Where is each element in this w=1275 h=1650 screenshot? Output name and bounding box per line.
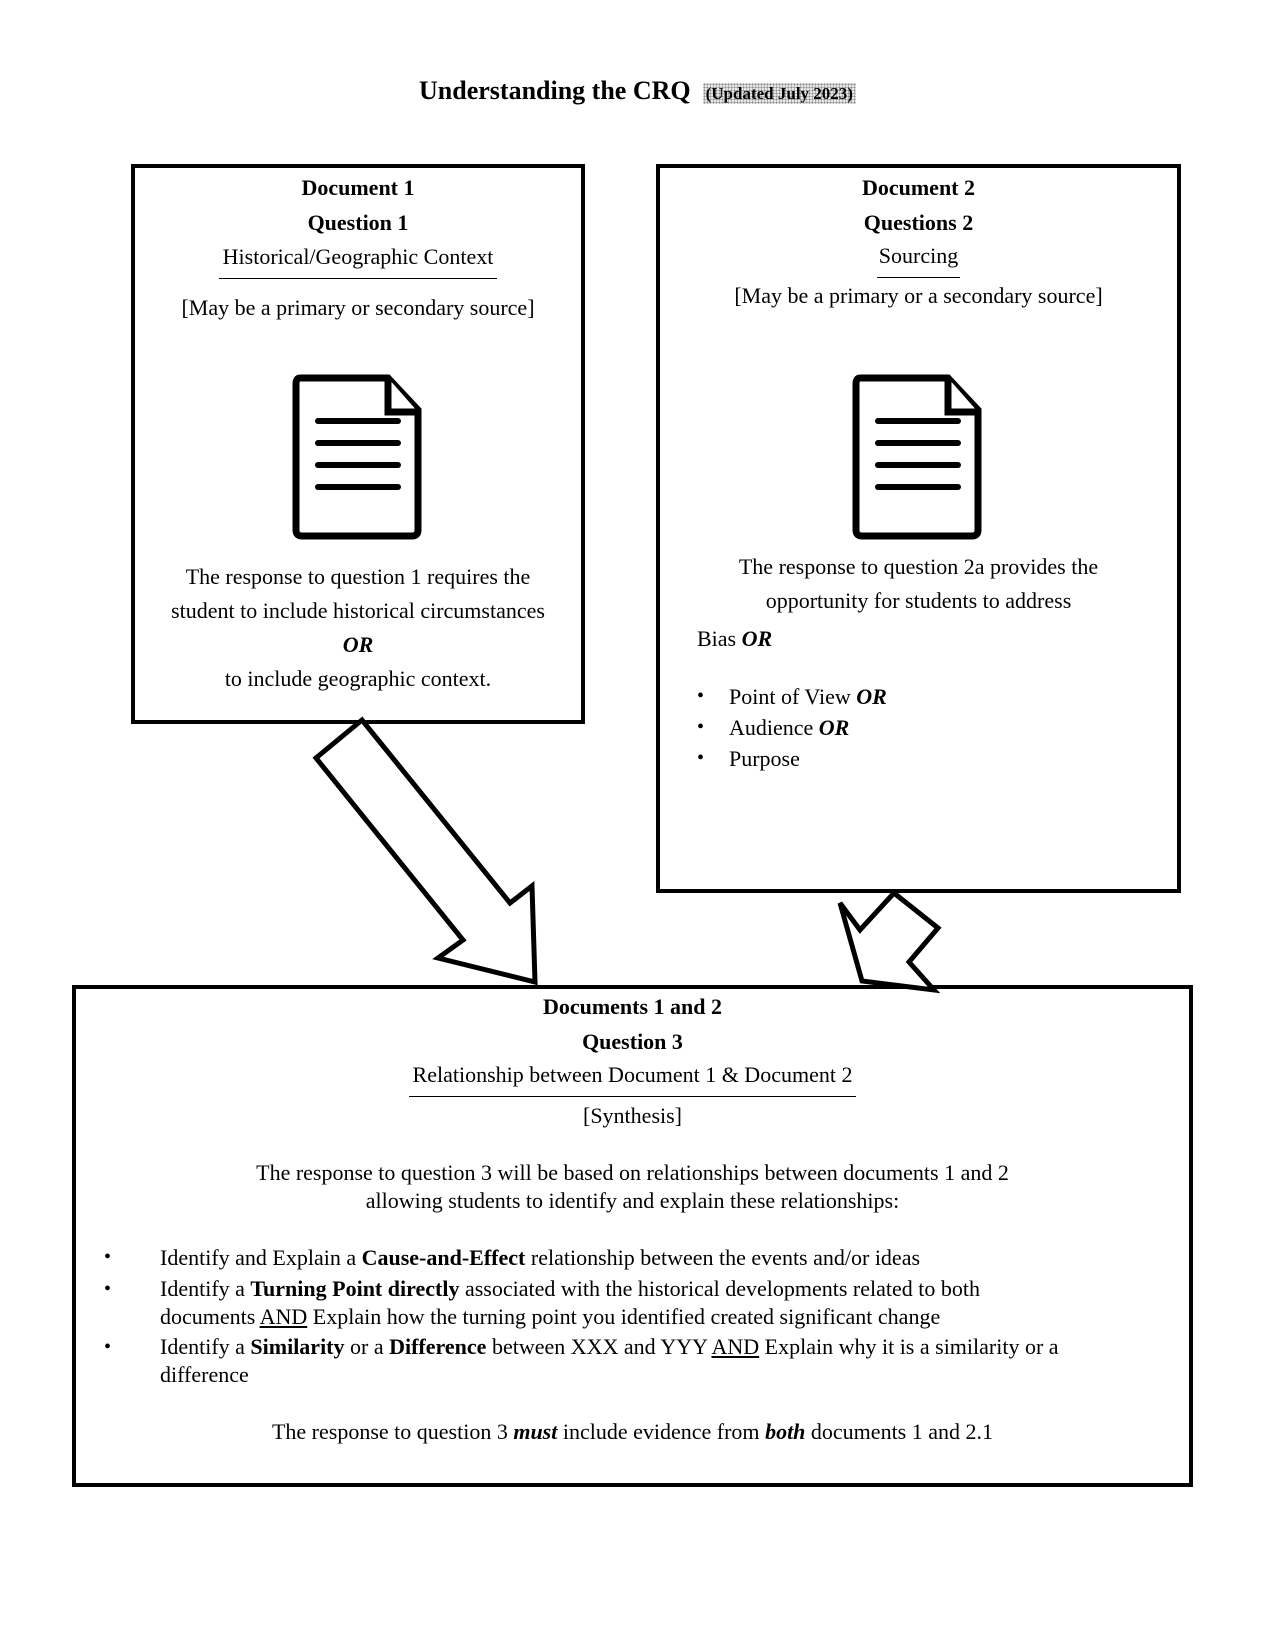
footer-text: documents 1 and 2.1 [805,1419,994,1444]
document-1-body-line3: to include geographic context. [224,666,492,691]
document-2-source-note: [May be a primary or a secondary source] [734,283,1103,308]
document-icon [292,374,422,540]
question-3-heading: Question 3 [582,1029,683,1054]
bullet-underlined-and: AND [259,1304,308,1329]
bullet-icon: • [697,716,705,738]
document-2-bullet-list: • Point of View OR • Audience OR • Purpo… [660,681,1177,774]
list-item: • Identify and Explain a Cause-and-Effec… [98,1242,1189,1273]
list-item: • Purpose [697,743,1177,774]
document-2-heading: Document 2 [861,175,976,200]
document-2-bias: Bias OR [660,622,1177,656]
bullet-bold-term: Difference [389,1334,487,1359]
document-1-source-note: [May be a primary or secondary source] [181,295,535,320]
synthesis-footer: The response to question 3 must include … [76,1415,1189,1449]
documents-1-and-2-heading: Documents 1 and 2 [542,994,723,1019]
list-item: • Identify a Similarity or a Difference … [98,1333,1189,1389]
synthesis-intro-line1: The response to question 3 will be based… [256,1160,1009,1185]
bullet-bold-term: Similarity [250,1334,345,1359]
bullet-icon: • [104,1246,112,1268]
bias-label: Bias [697,626,737,651]
footer-text: The response to question 3 [271,1419,514,1444]
document-1-body-line1: The response to question 1 requires the [185,564,531,589]
footer-emphasis-both: both [765,1419,806,1444]
bullet-text: Point of View [729,684,851,709]
synthesis-intro-line2: allowing students to identify and explai… [365,1188,900,1213]
updated-badge: (Updated July 2023) [702,83,856,104]
bullet-text: documents [160,1304,260,1329]
bullet-icon: • [697,747,705,769]
footer-emphasis-must: must [513,1419,558,1444]
list-item: • Point of View OR [697,681,1177,712]
bullet-or: OR [818,715,850,740]
bullet-text: Explain why it is a similarity or a [759,1334,1059,1359]
arrow-doc1-to-synthesis-icon [312,716,538,986]
page-title: Understanding the CRQ (Updated July 2023) [0,76,1275,106]
arrow-doc2-to-synthesis-icon [837,889,942,994]
bullet-text: or a [344,1334,390,1359]
bullet-or: OR [856,684,887,709]
footer-text: include evidence from [557,1419,766,1444]
document-1-skill: Historical/Geographic Context [218,244,498,279]
bullet-text: associated with the historical developme… [459,1276,980,1301]
bullet-text: between XXX and YYY [486,1334,712,1359]
bullet-text: relationship between the events and/or i… [525,1245,921,1270]
bullet-text: Audience [729,715,814,740]
synthesis-skill: Relationship between Document 1 & Docume… [408,1062,857,1097]
document-2-body-line2: opportunity for students to address [765,588,1072,613]
bullet-icon: • [697,685,705,707]
bullet-text: Identify and Explain a [160,1245,362,1270]
document-1-body-line2: student to include historical circumstan… [171,598,545,623]
bullet-icon: • [104,1336,112,1358]
bullet-text: Purpose [729,746,800,771]
bullet-text: Identify a [160,1334,251,1359]
bias-or: OR [741,626,773,651]
bullet-icon: • [104,1278,112,1300]
title-text: Understanding the CRQ [419,76,691,105]
bullet-text: Identify a [160,1276,251,1301]
document-1-or: OR [342,632,374,657]
bullet-underlined-and: AND [711,1334,760,1359]
question-1-heading: Question 1 [307,210,409,235]
bullet-text: difference [160,1362,249,1387]
list-item: • Identify a Turning Point directly asso… [98,1275,1189,1331]
document-1-heading: Document 1 [301,175,415,200]
document-icon [852,374,982,540]
bullet-bold-term: Turning Point directly [250,1276,460,1301]
synthesis-note: [Synthesis] [583,1103,682,1128]
document-2-body-line1: The response to question 2a provides the [738,554,1099,579]
questions-2-heading: Questions 2 [863,210,974,235]
bullet-text: Explain how the turning point you identi… [307,1304,941,1329]
synthesis-bullet-list: • Identify and Explain a Cause-and-Effec… [76,1242,1189,1389]
synthesis-box: Documents 1 and 2 Question 3 Relationshi… [72,985,1193,1487]
bullet-bold-term: Cause-and-Effect [361,1245,526,1270]
document-2-skill: Sourcing [876,243,961,278]
list-item: • Audience OR [697,712,1177,743]
